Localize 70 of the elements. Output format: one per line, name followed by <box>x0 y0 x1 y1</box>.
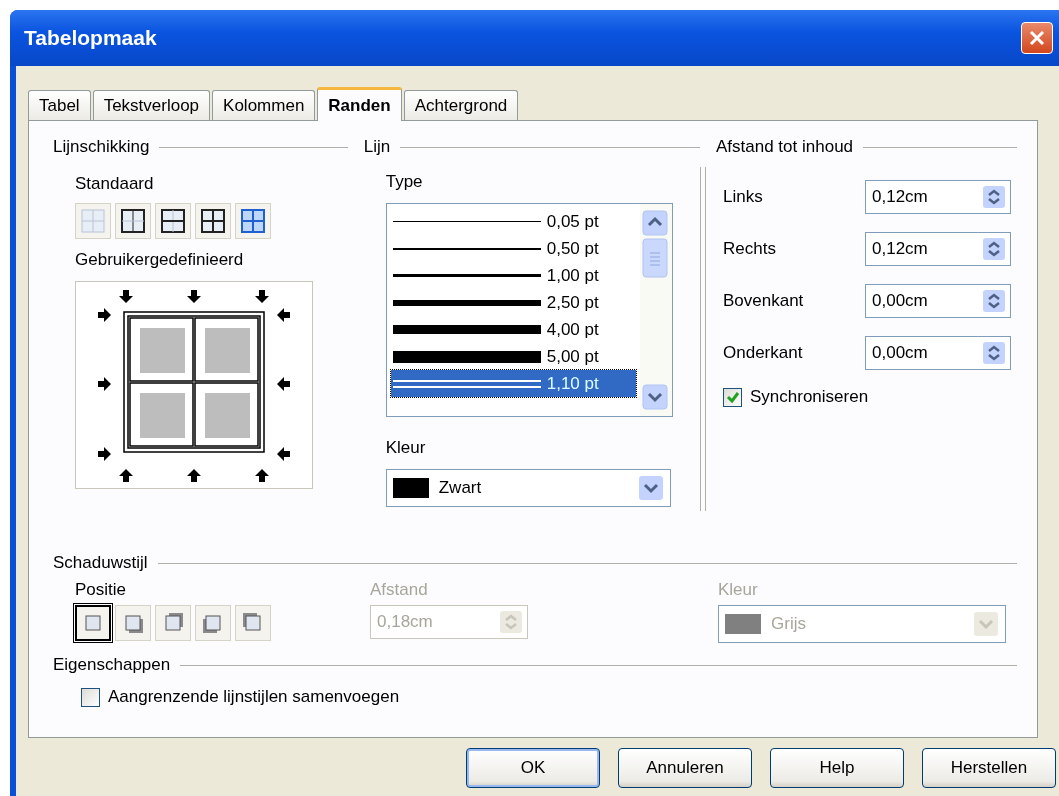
tab[interactable]: Tabel <box>28 90 91 120</box>
line-sample-icon <box>392 350 541 363</box>
section-title: Afstand tot inhoud <box>716 137 854 157</box>
spin-arrows-icon <box>982 237 1006 261</box>
border-preset-button[interactable] <box>115 203 151 239</box>
line-style-item[interactable]: 1,00 pt <box>390 262 636 289</box>
field-label: Kleur <box>718 579 759 601</box>
line-sample-icon <box>392 247 541 250</box>
spin-field[interactable]: 0,00cm <box>865 284 1011 318</box>
close-button[interactable] <box>1021 22 1053 54</box>
field-label: Kleur <box>385 437 426 459</box>
spin-field[interactable]: 0,12cm <box>865 232 1011 266</box>
grid-icon <box>160 208 186 234</box>
checkbox[interactable] <box>81 687 100 707</box>
border-preset-button[interactable] <box>195 203 231 239</box>
section-title: Schaduwstijl <box>53 553 148 573</box>
section-title: Lijn <box>363 137 391 157</box>
line-style-item[interactable]: 5,00 pt <box>390 343 636 370</box>
line-sample-icon <box>392 299 541 306</box>
section-title: Lijnschikking <box>53 137 150 157</box>
scroll-up-icon[interactable] <box>641 210 668 236</box>
tab[interactable]: Kolommen <box>212 90 316 120</box>
spin-field[interactable]: 0,12cm <box>865 180 1011 214</box>
tab[interactable]: Tekstverloop <box>92 90 211 120</box>
line-sample-icon <box>392 274 541 277</box>
spin-arrows-icon <box>982 341 1006 365</box>
tab[interactable]: Randen <box>317 87 402 121</box>
border-preset-button[interactable] <box>155 203 191 239</box>
dialog-button[interactable]: Herstellen <box>922 748 1056 788</box>
field-label: Links <box>723 187 764 207</box>
line-style-item[interactable]: 4,00 pt <box>390 316 636 343</box>
field-label: Standaard <box>75 173 154 195</box>
grid-icon <box>200 208 226 234</box>
field-label: Bovenkant <box>723 291 805 311</box>
grid-icon <box>120 208 146 234</box>
tab[interactable]: Achtergrond <box>403 90 519 120</box>
field-label: Gebruikergedefinieerd <box>75 249 244 271</box>
border-preview[interactable] <box>75 281 313 489</box>
field-label: Positie <box>75 579 128 601</box>
scrollbar[interactable] <box>639 204 672 416</box>
field-label: Onderkant <box>723 343 804 363</box>
line-sample-icon <box>392 379 541 388</box>
ok-button[interactable]: OK <box>466 748 600 788</box>
grid-icon <box>80 208 106 234</box>
spin-arrows-icon <box>982 289 1006 313</box>
line-sample-icon <box>392 325 541 334</box>
line-sample-icon <box>392 221 541 222</box>
scroll-down-icon[interactable] <box>641 384 668 410</box>
line-style-item[interactable]: 0,05 pt <box>390 208 636 235</box>
dialog-button[interactable]: Annuleren <box>618 748 752 788</box>
section-title: Eigenschappen <box>53 655 171 675</box>
color-dropdown[interactable]: Zwart <box>385 469 671 507</box>
checkbox-label: Aangrenzende lijnstijlen samenvoegen <box>108 687 400 707</box>
checkbox[interactable] <box>723 387 742 407</box>
scroll-thumb[interactable] <box>641 238 668 278</box>
spin-field[interactable]: 0,00cm <box>865 336 1011 370</box>
spin-arrows-icon <box>982 185 1006 209</box>
line-style-item[interactable]: 0,50 pt <box>390 235 636 262</box>
field-label: Rechts <box>723 239 777 259</box>
close-icon <box>1027 28 1047 48</box>
grid-icon <box>240 208 266 234</box>
dialog-button[interactable]: Help <box>770 748 904 788</box>
window-title: Tabelopmaak <box>24 26 157 50</box>
field-label: Type <box>385 171 423 193</box>
spin-arrows-icon <box>499 610 523 634</box>
field-label: Afstand <box>370 579 429 601</box>
checkbox-label: Synchroniseren <box>750 387 869 407</box>
line-style-item[interactable]: 1,10 pt <box>390 370 636 397</box>
line-style-item[interactable]: 2,50 pt <box>390 289 636 316</box>
shadow-position-button[interactable] <box>75 605 111 641</box>
